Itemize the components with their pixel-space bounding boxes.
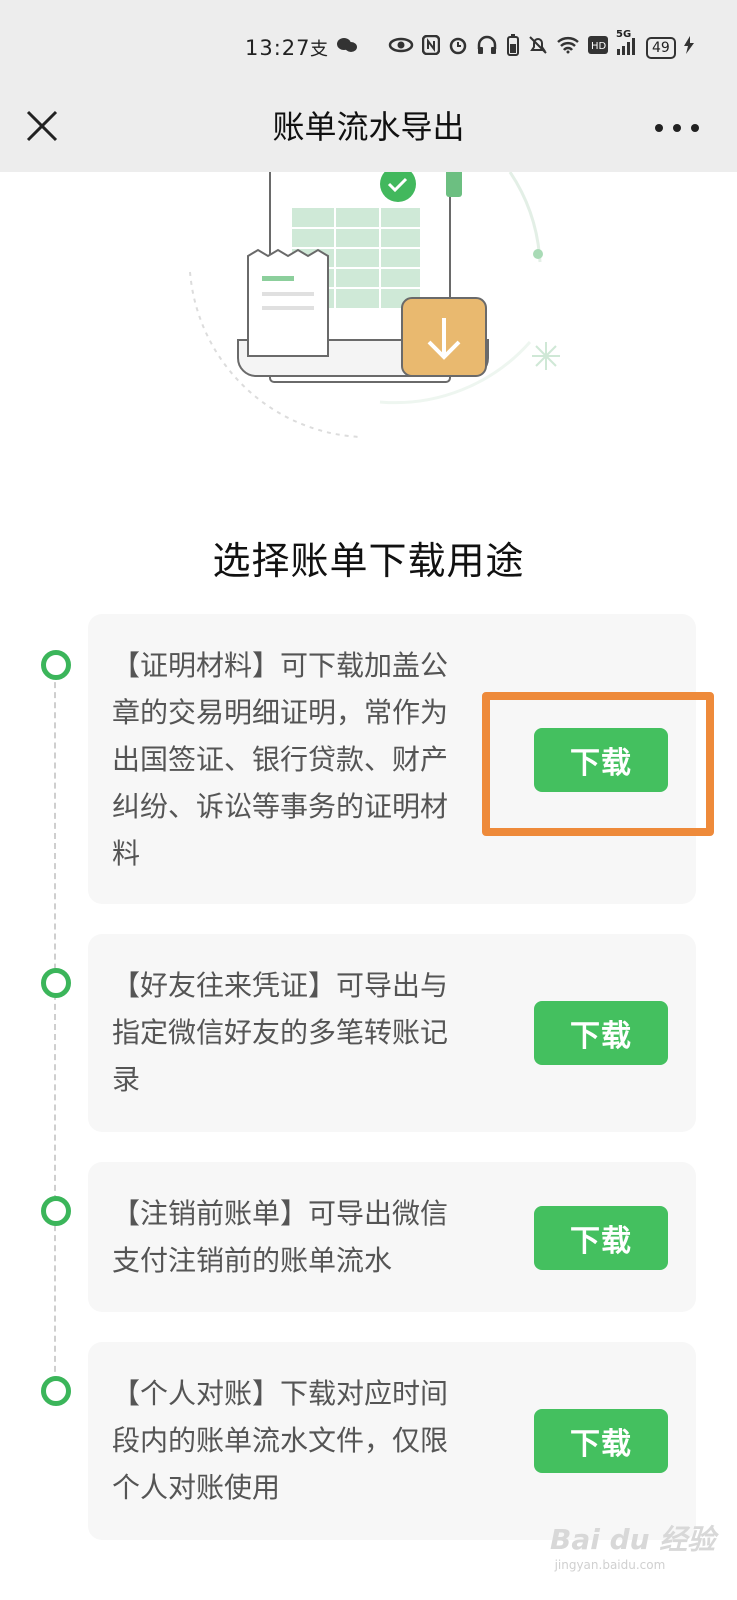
- svg-text:HD: HD: [591, 41, 607, 52]
- status-icons: 支 HD 5G 49: [310, 29, 694, 61]
- download-icon: [401, 297, 487, 377]
- download-button[interactable]: 下载: [534, 1001, 668, 1065]
- status-time: 13:27: [245, 36, 311, 60]
- card-description: 【注销前账单】可导出微信支付注销前的账单流水: [112, 1197, 449, 1277]
- more-button[interactable]: [655, 118, 699, 138]
- baidu-watermark: Bai du 经验 jingyan.baidu.com: [550, 1518, 715, 1572]
- download-button[interactable]: 下载: [534, 1206, 668, 1270]
- wechat-icon: [336, 36, 358, 59]
- card-description: 【个人对账】下载对应时间段内的账单流水文件，仅限个人对账使用: [112, 1377, 449, 1504]
- headphones-icon: [476, 35, 498, 60]
- card-proof-materials: 【证明材料】可下载加盖公章的交易明细证明，常作为出国签证、银行贷款、财产纠纷、诉…: [88, 614, 696, 904]
- watermark-brand: Bai du 经验: [550, 1523, 716, 1556]
- timeline-dot: [41, 1376, 71, 1406]
- nfc-icon: [421, 34, 441, 60]
- card-description: 【证明材料】可下载加盖公章的交易明细证明，常作为出国签证、银行贷款、财产纠纷、诉…: [112, 649, 449, 870]
- signal-icon: 5G: [616, 29, 638, 60]
- alarm-icon: [448, 35, 468, 60]
- hd-icon: HD: [588, 36, 608, 59]
- charging-icon: [683, 36, 694, 59]
- eye-icon: [388, 37, 414, 58]
- timeline-dot: [41, 968, 71, 998]
- card-description: 【好友往来凭证】可导出与指定微信好友的多笔转账记录: [112, 969, 449, 1096]
- sparkle-icon: [532, 342, 560, 370]
- timeline-dot: [41, 650, 71, 680]
- status-bar: 13:27 支 HD 5G 49: [0, 0, 737, 96]
- card-friend-transfer-records: 【好友往来凭证】可导出与指定微信好友的多笔转账记录 下载: [88, 934, 696, 1132]
- download-button[interactable]: 下载: [534, 1409, 668, 1473]
- page-title: 账单流水导出: [272, 108, 465, 146]
- card-personal-reconciliation: 【个人对账】下载对应时间段内的账单流水文件，仅限个人对账使用 下载: [88, 1342, 696, 1540]
- wifi-icon: [556, 36, 580, 59]
- battery-small-icon: [506, 34, 520, 61]
- more-icon: [655, 124, 663, 132]
- section-title: 选择账单下载用途: [212, 539, 525, 583]
- watermark-url: jingyan.baidu.com: [554, 1558, 666, 1572]
- mute-icon: [528, 35, 548, 60]
- signal-label: 5G: [616, 29, 632, 40]
- top-bar: 13:27 支 HD 5G 49 账单流水导出: [0, 0, 737, 172]
- timeline-line: [54, 662, 56, 1392]
- nav-bar: 账单流水导出: [0, 96, 737, 172]
- card-pre-cancellation-bill: 【注销前账单】可导出微信支付注销前的账单流水 下载: [88, 1162, 696, 1312]
- download-button[interactable]: 下载: [534, 728, 668, 792]
- alipay-icon: 支: [310, 38, 328, 60]
- battery-indicator: 49: [646, 36, 676, 59]
- bill-export-illustration: [189, 172, 560, 438]
- timeline-dot: [41, 1196, 71, 1226]
